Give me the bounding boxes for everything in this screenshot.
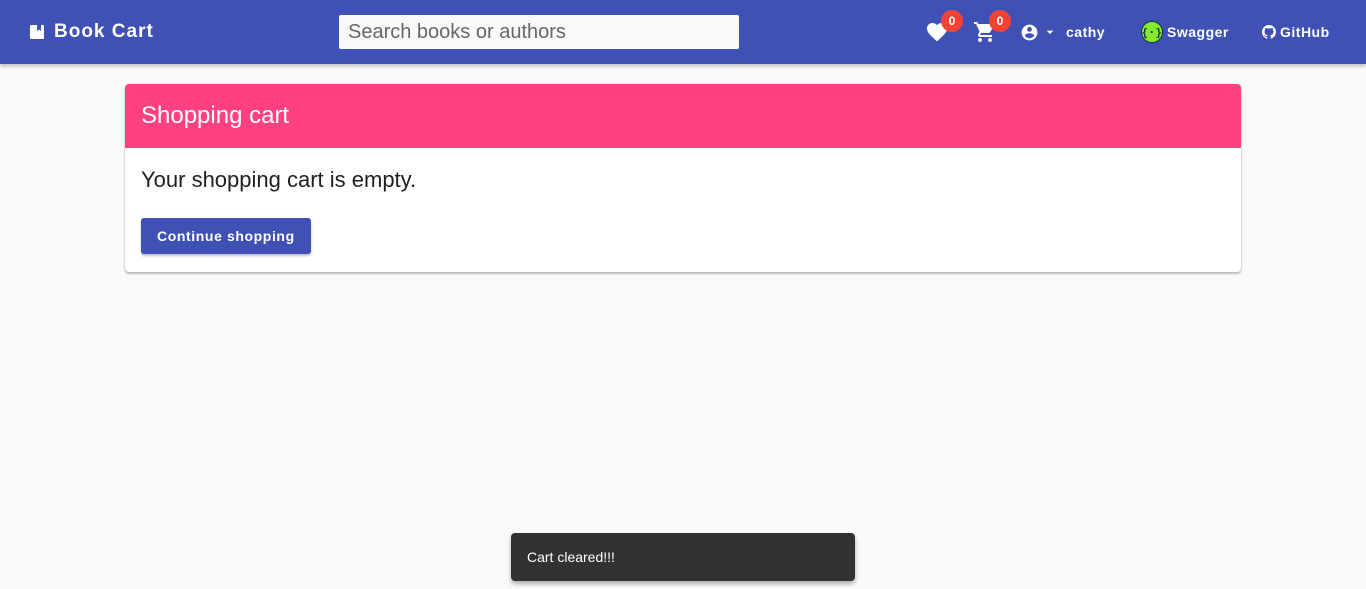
top-toolbar: Book Cart 0 0 cathy {·} Swagger G xyxy=(0,0,1366,64)
empty-cart-message: Your shopping cart is empty. xyxy=(141,167,417,192)
github-icon xyxy=(1262,25,1276,39)
user-name-label: cathy xyxy=(1066,24,1106,40)
brand-home-link[interactable]: Book Cart xyxy=(30,20,154,44)
wishlist-button[interactable]: 0 xyxy=(925,10,963,44)
wishlist-count-badge: 0 xyxy=(941,10,963,32)
continue-shopping-button[interactable]: Continue shopping xyxy=(141,218,311,254)
github-link[interactable]: GitHub xyxy=(1262,20,1330,44)
svg-text:{·}: {·} xyxy=(1141,26,1162,39)
search-input[interactable] xyxy=(339,15,739,49)
shopping-cart-card: Shopping cart Your shopping cart is empt… xyxy=(125,84,1241,272)
shopping-cart-title: Shopping cart xyxy=(125,84,1241,148)
github-label: GitHub xyxy=(1280,24,1330,40)
swagger-link[interactable]: {·} Swagger xyxy=(1141,20,1229,44)
snackbar-message: Cart cleared!!! xyxy=(527,549,615,565)
brand-label: Book Cart xyxy=(54,21,154,42)
cart-count-badge: 0 xyxy=(989,10,1011,32)
book-icon xyxy=(30,25,44,39)
cart-button[interactable]: 0 xyxy=(973,10,1011,44)
snackbar: Cart cleared!!! xyxy=(511,533,855,581)
swagger-label: Swagger xyxy=(1167,24,1229,40)
account-circle-icon xyxy=(1021,24,1038,40)
user-menu-button[interactable]: cathy xyxy=(1020,20,1105,44)
swagger-icon: {·} xyxy=(1141,21,1163,43)
caret-down-icon xyxy=(1046,30,1054,34)
shopping-cart-body: Your shopping cart is empty. Continue sh… xyxy=(125,148,1241,270)
